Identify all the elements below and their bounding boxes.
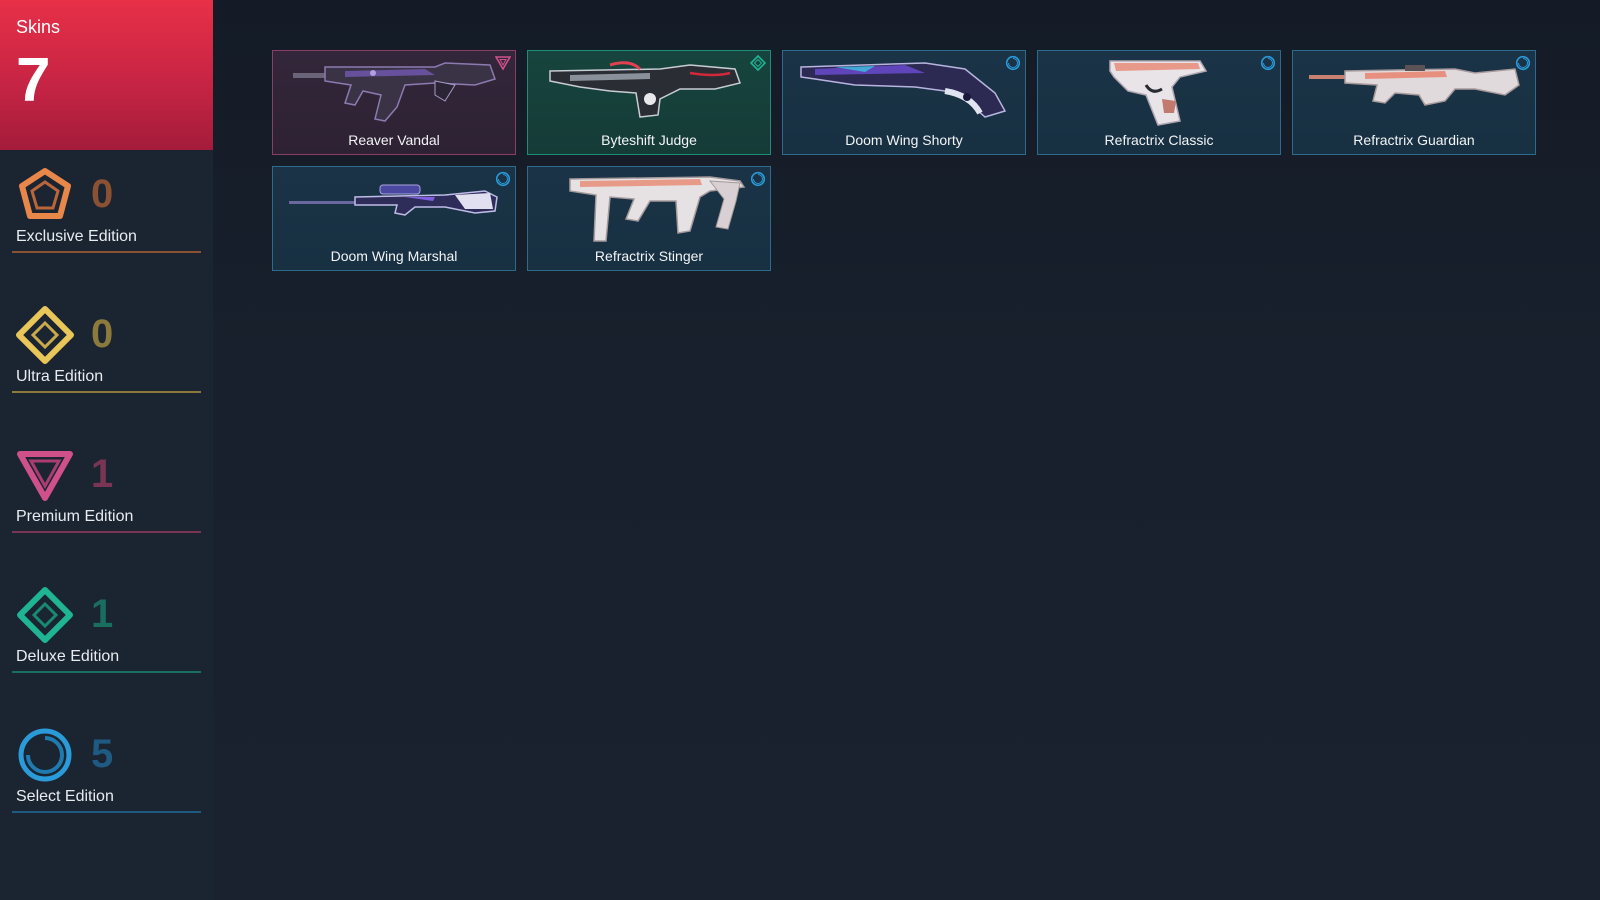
select-badge-icon (495, 171, 511, 187)
skin-card[interactable]: Reaver Vandal (272, 50, 516, 155)
skin-card[interactable]: Byteshift Judge (527, 50, 771, 155)
ultra-divider (12, 391, 201, 393)
deluxe-badge-icon (750, 55, 766, 71)
ultra-label: Ultra Edition (16, 368, 104, 385)
skin-card[interactable]: Refractrix Guardian (1292, 50, 1536, 155)
pistol-image (1109, 60, 1208, 126)
guardian-image (1309, 65, 1520, 106)
select-count: 5 (91, 732, 114, 776)
premium-count: 1 (91, 452, 114, 496)
premium-badge-icon (495, 56, 511, 71)
exclusive-label: Exclusive Edition (16, 228, 137, 245)
edition-sidebar: Skins 7 0 Exclusive Edition 0 Ultra Edit… (0, 0, 213, 900)
premium-divider (12, 531, 201, 533)
tier-exclusive[interactable]: 0 Exclusive Edition (12, 166, 201, 256)
skins-total-card: Skins 7 (0, 0, 213, 150)
select-label: Select Edition (16, 788, 114, 805)
rifle-image (293, 62, 496, 122)
premium-label: Premium Edition (16, 508, 134, 525)
select-badge-icon (750, 171, 766, 187)
exclusive-edition-icon (19, 168, 71, 219)
skin-name: Refractrix Classic (1104, 132, 1214, 148)
skin-card[interactable]: Doom Wing Marshal (272, 166, 516, 271)
select-badge-icon (1005, 55, 1021, 71)
shorty-image (800, 62, 1007, 118)
skin-name: Doom Wing Shorty (845, 132, 963, 148)
skin-card[interactable]: Refractrix Stinger (527, 166, 771, 271)
select-edition-icon (18, 728, 72, 782)
skin-card[interactable]: Doom Wing Shorty (782, 50, 1026, 155)
tier-deluxe[interactable]: 1 Deluxe Edition (12, 586, 201, 676)
select-badge-icon (1515, 55, 1531, 71)
sniper-image (289, 184, 498, 216)
deluxe-divider (12, 671, 201, 673)
smg-image (569, 176, 746, 242)
skins-collection-screen: Skins 7 0 Exclusive Edition 0 Ultra Edit… (0, 0, 1600, 900)
exclusive-divider (12, 251, 201, 253)
skin-name: Byteshift Judge (601, 132, 697, 148)
tier-ultra[interactable]: 0 Ultra Edition (12, 306, 201, 396)
tier-select[interactable]: 5 Select Edition (12, 726, 201, 816)
select-badge-icon (1260, 55, 1276, 71)
skin-name: Reaver Vandal (348, 132, 440, 148)
select-divider (12, 811, 201, 813)
deluxe-label: Deluxe Edition (16, 648, 120, 665)
ultra-count: 0 (91, 312, 114, 356)
tier-premium[interactable]: 1 Premium Edition (12, 446, 201, 536)
skin-name: Doom Wing Marshal (330, 248, 458, 264)
skins-count: 7 (16, 46, 51, 115)
skin-name: Refractrix Guardian (1353, 132, 1475, 148)
skin-card[interactable]: Refractrix Classic (1037, 50, 1281, 155)
skins-label: Skins (16, 17, 61, 37)
shotgun-image (549, 61, 741, 118)
exclusive-count: 0 (91, 172, 114, 216)
skin-name: Refractrix Stinger (594, 248, 704, 264)
deluxe-edition-icon (17, 587, 73, 643)
ultra-edition-icon (16, 306, 74, 364)
premium-edition-icon (17, 451, 73, 501)
deluxe-count: 1 (91, 592, 114, 636)
